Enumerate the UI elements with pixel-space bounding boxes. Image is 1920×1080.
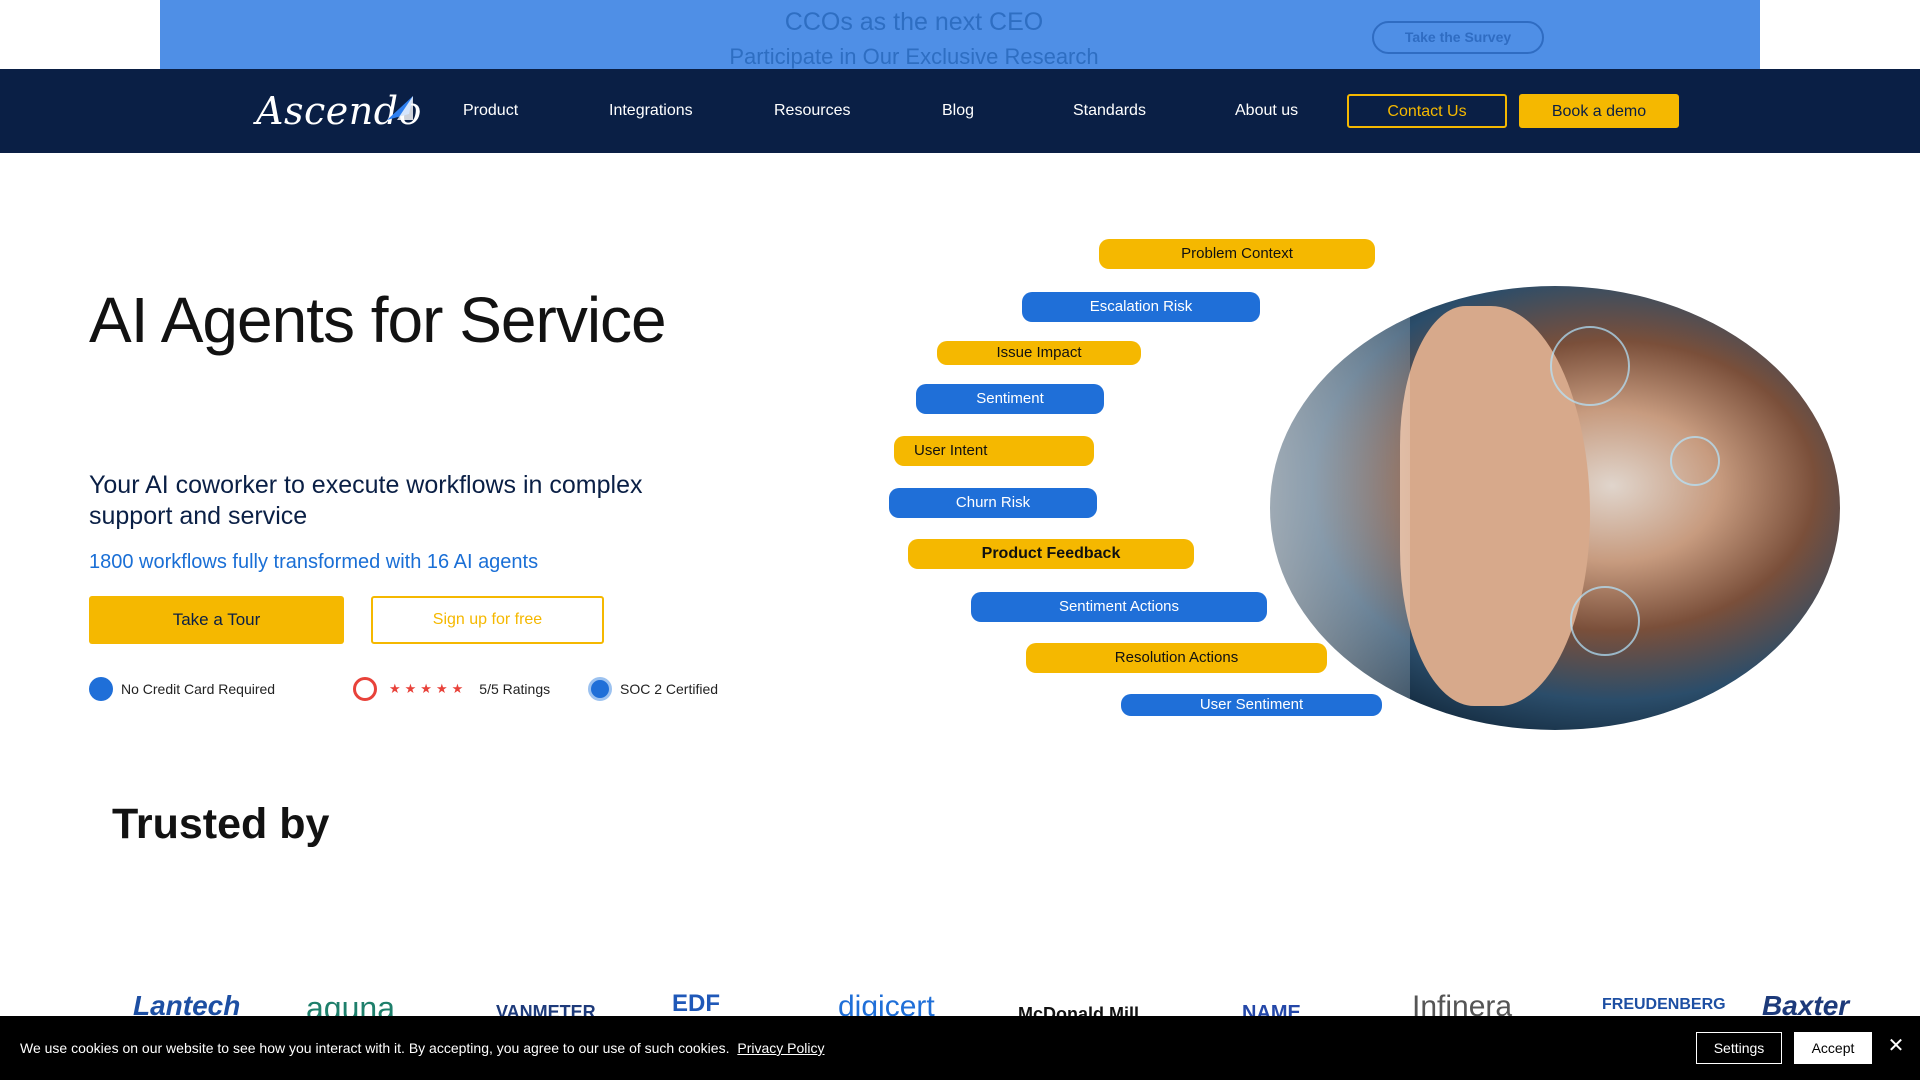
cookie-accept-button[interactable]: Accept bbox=[1794, 1032, 1872, 1064]
g2-icon bbox=[353, 677, 377, 701]
no-credit-card-label: No Credit Card Required bbox=[121, 681, 276, 697]
cookie-message: We use cookies on our website to see how… bbox=[20, 1040, 825, 1056]
cookie-text: We use cookies on our website to see how… bbox=[20, 1040, 730, 1056]
take-tour-button[interactable]: Take a Tour bbox=[89, 596, 344, 644]
close-icon[interactable]: ✕ bbox=[1886, 1036, 1906, 1056]
logo-arrow-icon bbox=[387, 96, 413, 120]
cookie-settings-button[interactable]: Settings bbox=[1696, 1032, 1782, 1064]
page: CCOs as the next CEO Participate in Our … bbox=[0, 0, 1920, 1080]
agent-pill-issue-impact: Issue Impact bbox=[937, 341, 1141, 365]
credit-card-icon bbox=[89, 677, 113, 701]
signup-free-button[interactable]: Sign up for free bbox=[371, 596, 604, 644]
agent-pill-sentiment-actions: Sentiment Actions bbox=[971, 592, 1267, 622]
nav-product[interactable]: Product bbox=[463, 102, 518, 120]
agent-pill-user-sentiment: User Sentiment bbox=[1121, 694, 1382, 716]
agent-pill-resolution-actions: Resolution Actions bbox=[1026, 643, 1327, 673]
nav-about-us[interactable]: About us bbox=[1235, 102, 1298, 120]
book-demo-button[interactable]: Book a demo bbox=[1519, 94, 1679, 128]
soc2-badge: SOC 2 Certified bbox=[588, 676, 718, 702]
soc2-seal-icon bbox=[588, 677, 612, 701]
ratings-label: 5/5 Ratings bbox=[479, 681, 551, 697]
soc2-label: SOC 2 Certified bbox=[620, 681, 719, 697]
agent-pill-churn-risk: Churn Risk bbox=[889, 488, 1097, 518]
agent-pill-user-intent: User Intent bbox=[894, 436, 1094, 466]
hud-ring-icon bbox=[1550, 326, 1630, 406]
agent-pill-problem-context: Problem Context bbox=[1099, 239, 1375, 269]
agent-pill-product-feedback: Product Feedback bbox=[908, 539, 1194, 569]
agent-pill-sentiment: Sentiment bbox=[916, 384, 1104, 414]
hero-subtitle: Your AI coworker to execute workflows in… bbox=[89, 471, 643, 530]
privacy-policy-link[interactable]: Privacy Policy bbox=[737, 1040, 824, 1056]
cookie-banner: We use cookies on our website to see how… bbox=[0, 1016, 1920, 1080]
hud-globe-icon bbox=[1570, 586, 1640, 656]
top-navigation: Ascendo Product Integrations Resources B… bbox=[0, 69, 1920, 153]
take-survey-button[interactable]: Take the Survey bbox=[1372, 21, 1544, 54]
trusted-by-heading: Trusted by bbox=[112, 800, 330, 848]
nav-integrations[interactable]: Integrations bbox=[609, 102, 693, 120]
agent-pill-escalation-risk: Escalation Risk bbox=[1022, 292, 1260, 322]
hero-title: AI Agents for Service bbox=[89, 284, 667, 356]
no-credit-card-badge: No Credit Card Required bbox=[89, 676, 275, 702]
contact-us-button[interactable]: Contact Us bbox=[1347, 94, 1507, 128]
nav-resources[interactable]: Resources bbox=[774, 102, 850, 120]
hud-gear-icon bbox=[1670, 436, 1720, 486]
star-rating-icon: ★★★★★ bbox=[389, 681, 468, 696]
hero-stat: 1800 workflows fully transformed with 16… bbox=[89, 551, 539, 573]
ratings-badge: ★★★★★ 5/5 Ratings bbox=[353, 676, 550, 702]
nav-standards[interactable]: Standards bbox=[1073, 102, 1146, 120]
nav-blog[interactable]: Blog bbox=[942, 102, 974, 120]
promo-banner: CCOs as the next CEO Participate in Our … bbox=[160, 0, 1760, 74]
